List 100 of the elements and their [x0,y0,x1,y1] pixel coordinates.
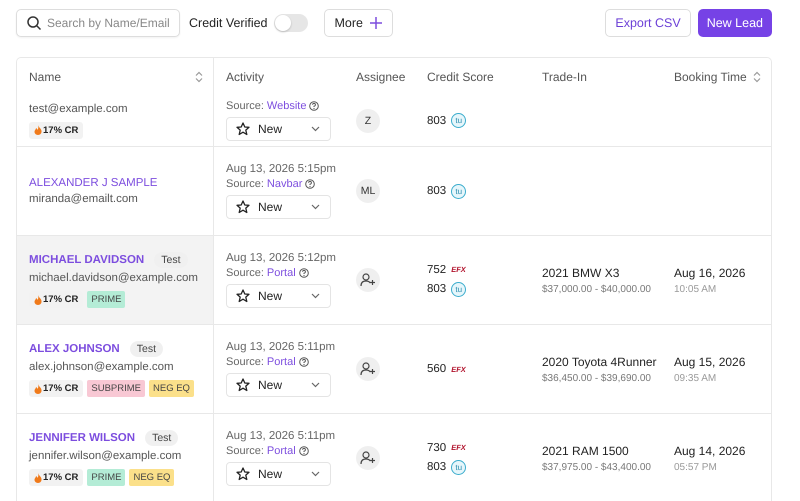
trade-in-value-range: $37,975.00 - $43,400.00 [542,462,652,472]
help-icon[interactable] [309,101,320,111]
chevron-down-icon [311,382,320,388]
status-dropdown[interactable]: New [226,284,331,308]
new-lead-button[interactable]: New Lead [698,9,772,37]
status-dropdown[interactable]: New [226,117,331,141]
chevron-down-icon [311,126,320,132]
test-badge: Test [130,341,164,357]
star-icon [236,378,250,392]
assign-user-button[interactable] [356,268,380,292]
lead-email: alex.johnson@example.com [29,361,175,373]
export-csv-button[interactable]: Export CSV [605,9,691,37]
source-label: Source: [226,356,264,368]
credit-score: 803 [427,185,446,197]
conversion-rate-badge: 17% CR [29,469,84,486]
column-header: Booking Time [674,70,747,84]
activity-date: Aug 13, 2026 5:12pm [226,252,333,264]
help-icon[interactable] [298,268,309,278]
activity-date: Aug 13, 2026 5:11pm [226,341,333,353]
status-dropdown[interactable]: New [226,195,331,219]
booking-time: 09:35 AM [674,372,718,384]
lead-name[interactable]: MICHAEL DAVIDSON [29,254,144,266]
credit-score: 560 [427,363,446,375]
star-icon [236,122,250,136]
sort-icon[interactable] [753,70,761,82]
assignee-avatar[interactable]: ML [356,179,380,203]
lead-email: miranda@emailt.com [29,193,139,205]
sort-icon[interactable] [195,70,203,82]
star-icon [236,467,250,481]
plus-icon [370,17,382,29]
booking-time: 05:57 PM [674,462,718,472]
lead-email: test@example.com [29,102,129,114]
source-link[interactable]: Navbar [266,178,302,190]
conversion-rate-badge: 17% CR [29,380,84,397]
trade-in-vehicle: 2020 Toyota 4Runner [542,354,654,368]
credit-score: 730 [427,442,446,454]
star-icon [236,289,250,303]
bureau-mark: tu [451,184,466,198]
help-icon[interactable] [298,446,309,456]
lead-email: michael.davidson@example.com [29,272,199,284]
activity-date: Aug 13, 2026 5:11pm [226,430,333,442]
flame-icon [34,384,42,394]
status-dropdown[interactable]: New [226,462,331,486]
source-link[interactable]: Portal [266,356,296,368]
credit-score: 803 [427,461,446,473]
column-header: Name [29,70,62,84]
column-header: Trade-In [542,70,587,84]
booking-time: 10:05 AM [674,284,718,294]
assign-user-button[interactable] [356,357,380,381]
lead-name[interactable]: ALEXANDER J SAMPLE [29,177,158,189]
search-field[interactable]: Search by Name/Email [16,9,180,37]
chevron-down-icon [311,293,320,299]
column-header: Activity [226,70,264,84]
credit-tag: NEG EQ [149,380,194,397]
lead-name-cell[interactable]: ALEX JOHNSON Test alex.johnson@example.com 17% CR SUBPRIME NEG EQ [17,325,214,413]
trade-in-value-range: $37,000.00 - $40,000.00 [542,284,652,294]
add-user-icon [360,361,376,377]
trade-in-vehicle: 2021 BMW X3 [542,266,620,280]
lead-name-cell[interactable]: MICHAEL DAVIDSON Test michael.davidson@example.com 17% CR PRIME [17,236,214,324]
booking-date: Aug 16, 2026 [674,266,746,280]
credit-score: 803 [427,114,446,126]
lead-name-cell[interactable]: ALEXANDER J SAMPLE miranda@emailt.com [17,147,214,235]
flame-icon [34,294,42,304]
bureau-mark: tu [451,460,466,474]
help-icon[interactable] [305,179,316,189]
chevron-down-icon [311,204,320,210]
credit-tag: NEG EQ [129,469,174,486]
assign-user-button[interactable] [356,446,380,470]
assignee-avatar[interactable]: Z [356,108,380,132]
credit-score: 752 [427,264,446,276]
booking-date: Aug 15, 2026 [674,354,746,368]
more-button[interactable]: More [324,9,393,37]
bureau-mark: tu [451,282,466,296]
lead-name-cell[interactable]: JENNIFER WILSON Test jennifer.wilson@example.com 17% CR PRIME NEG EQ [17,414,214,501]
source-label: Source: [226,178,264,190]
credit-verified-label: Credit Verified [189,16,268,30]
source-link[interactable]: Portal [266,445,296,457]
credit-tag: PRIME [87,469,126,486]
status-dropdown[interactable]: New [226,373,331,397]
help-icon[interactable] [298,357,309,367]
credit-tag: SUBPRIME [87,380,145,397]
lead-name[interactable]: ALEX JOHNSON [29,343,120,355]
trade-in-vehicle: 2021 RAM 1500 [542,444,630,458]
credit-tag: PRIME [87,291,126,308]
star-icon [236,200,250,214]
chevron-down-icon [311,471,320,477]
source-label: Source: [226,100,264,112]
source-label: Source: [226,267,264,279]
lead-name-cell[interactable]: test@example.com 17% CR [17,95,214,146]
source-label: Source: [226,445,264,457]
lead-name[interactable]: JENNIFER WILSON [29,432,136,444]
column-header: Credit Score [427,70,494,84]
credit-verified-toggle[interactable] [274,14,308,32]
flame-icon [34,472,42,482]
trade-in-value-range: $36,450.00 - $39,690.00 [542,372,652,384]
activity-date: Aug 13, 2026 5:15pm [226,163,333,175]
source-link[interactable]: Portal [266,267,296,279]
test-badge: Test [145,430,178,446]
credit-score: 803 [427,283,446,295]
source-link[interactable]: Website [266,100,306,112]
